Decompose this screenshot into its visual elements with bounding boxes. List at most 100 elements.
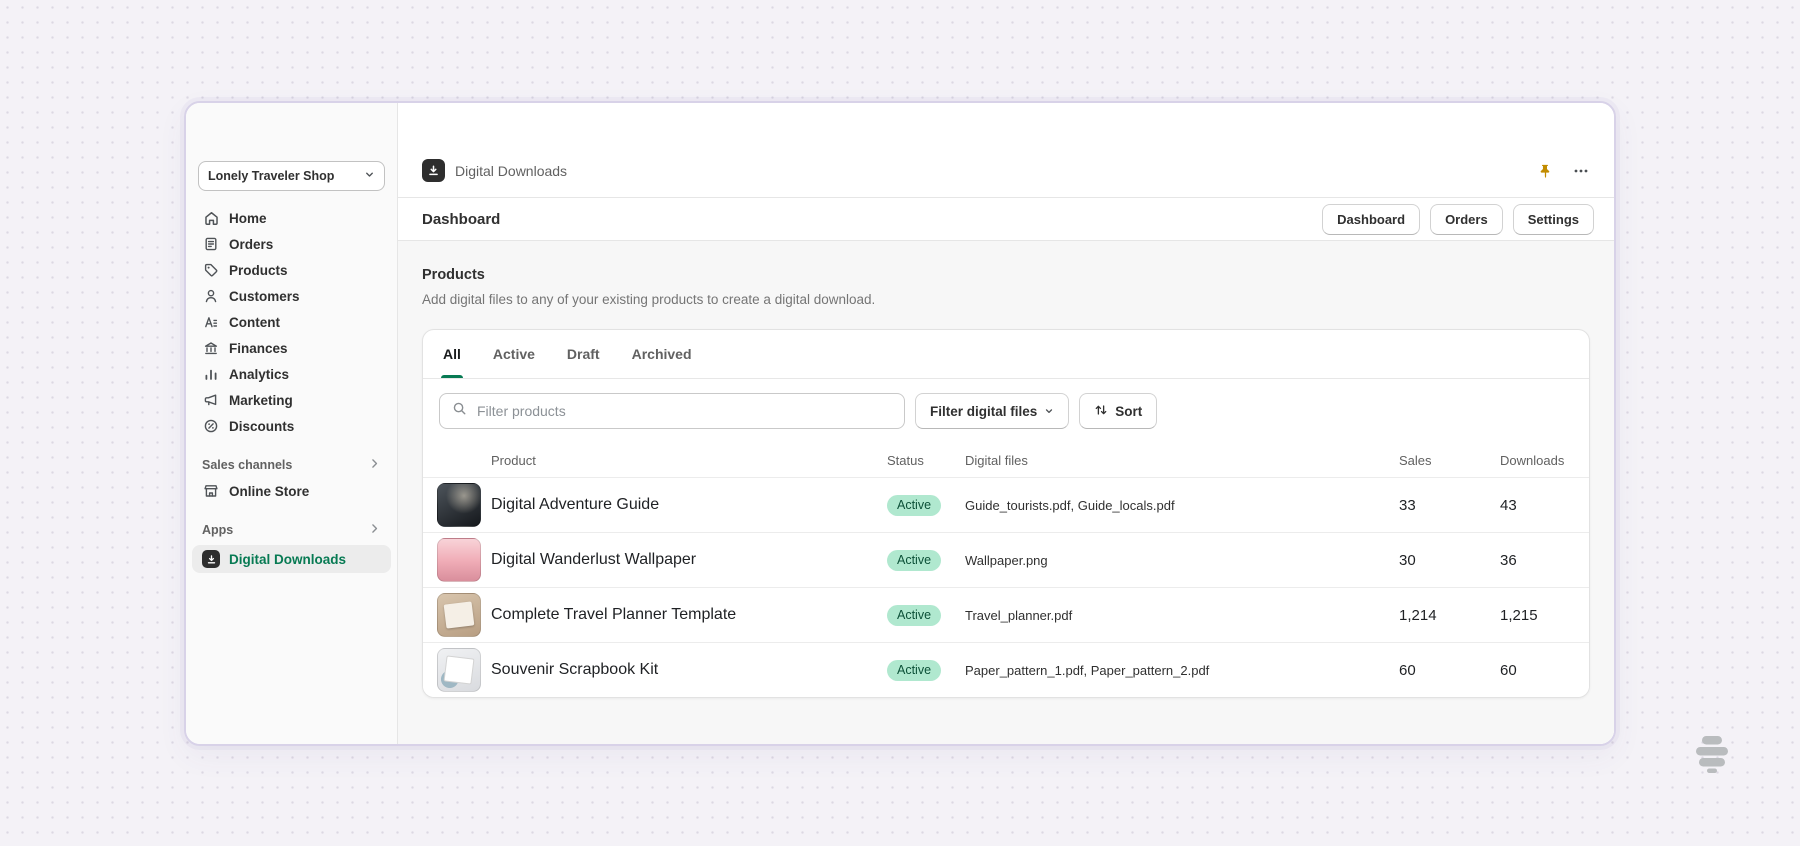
product-thumbnail — [437, 648, 481, 692]
app-window: Lonely Traveler Shop Home Orders Product… — [184, 101, 1616, 746]
nav-label: Home — [229, 210, 267, 226]
table-row[interactable]: Complete Travel Planner Template Active … — [423, 587, 1589, 642]
tab-draft[interactable]: Draft — [565, 330, 602, 378]
app-nav-buttons: Dashboard Orders Settings — [1322, 203, 1594, 235]
nav-label: Marketing — [229, 392, 293, 408]
table-header: Product Status Digital files Sales Downl… — [423, 443, 1589, 477]
orders-icon — [202, 236, 220, 252]
status-badge: Active — [887, 549, 942, 571]
product-tabs: All Active Draft Archived — [423, 330, 1589, 379]
table-row[interactable]: Digital Wanderlust Wallpaper Active Wall… — [423, 532, 1589, 587]
finances-icon — [202, 340, 220, 356]
customers-icon — [202, 288, 220, 304]
sort-button[interactable]: Sort — [1079, 393, 1158, 429]
analytics-icon — [202, 366, 220, 382]
filter-bar: Filter digital files Sort — [423, 379, 1589, 443]
product-thumbnail — [437, 593, 481, 637]
sales-cell: 33 — [1399, 496, 1416, 514]
digital-downloads-app-icon — [422, 159, 445, 182]
product-thumbnail — [437, 538, 481, 582]
tab-active[interactable]: Active — [491, 330, 537, 378]
filter-digital-files-button[interactable]: Filter digital files — [915, 393, 1070, 429]
nav-label: Online Store — [229, 483, 310, 499]
status-cell: Active — [887, 604, 965, 626]
settings-button[interactable]: Settings — [1512, 203, 1594, 235]
content-icon — [202, 314, 220, 330]
marketing-icon — [202, 392, 220, 408]
product-name: Souvenir Scrapbook Kit — [491, 661, 659, 678]
page-title: Dashboard — [422, 210, 501, 228]
pin-icon[interactable] — [1535, 161, 1556, 182]
nav-item-content[interactable]: Content — [192, 309, 391, 335]
table-row[interactable]: Digital Adventure Guide Active Guide_tou… — [423, 477, 1589, 532]
files-cell: Wallpaper.png — [965, 552, 1048, 568]
sort-label: Sort — [1115, 403, 1143, 419]
files-cell: Guide_tourists.pdf, Guide_locals.pdf — [965, 497, 1175, 513]
nav-label: Products — [229, 262, 288, 278]
product-name: Digital Wanderlust Wallpaper — [491, 551, 697, 568]
app-title: Digital Downloads — [455, 162, 568, 179]
apps-header[interactable]: Apps — [192, 517, 391, 543]
app-toolbar: Dashboard Dashboard Orders Settings — [398, 198, 1614, 241]
products-icon — [202, 262, 220, 278]
section-label: Sales channels — [202, 458, 293, 472]
product-cell: Digital Wanderlust Wallpaper — [423, 538, 887, 582]
column-digital-files: Digital files — [965, 452, 1028, 468]
nav-item-home[interactable]: Home — [192, 205, 391, 231]
status-badge: Active — [887, 494, 942, 516]
sales-cell: 1,214 — [1399, 606, 1437, 624]
table-row[interactable]: Souvenir Scrapbook Kit Active Paper_patt… — [423, 642, 1589, 697]
column-downloads: Downloads — [1500, 452, 1565, 468]
sort-icon — [1094, 403, 1108, 420]
chevron-down-icon — [364, 167, 375, 185]
downloads-cell: 43 — [1500, 496, 1517, 514]
status-cell: Active — [887, 494, 965, 516]
product-cell: Digital Adventure Guide — [423, 483, 887, 527]
nav-item-analytics[interactable]: Analytics — [192, 361, 391, 387]
nav-label: Digital Downloads — [229, 551, 347, 567]
discounts-icon — [202, 418, 220, 434]
nav-label: Customers — [229, 288, 300, 304]
status-badge: Active — [887, 604, 942, 626]
app-header: Digital Downloads — [398, 103, 1614, 198]
products-section-description: Add digital files to any of your existin… — [422, 292, 876, 307]
nav-label: Discounts — [229, 418, 295, 434]
filter-products-input[interactable] — [475, 402, 892, 420]
chevron-down-icon — [1044, 404, 1054, 419]
nav-item-online-store[interactable]: Online Store — [192, 478, 391, 504]
column-product: Product — [491, 452, 536, 468]
files-cell: Paper_pattern_1.pdf, Paper_pattern_2.pdf — [965, 662, 1210, 678]
search-products-field — [439, 393, 905, 429]
nav-item-digital-downloads[interactable]: Digital Downloads — [192, 545, 391, 573]
primary-nav: Home Orders Products Customers Content F… — [186, 205, 397, 439]
products-table: Product Status Digital files Sales Downl… — [423, 443, 1589, 697]
header-actions — [1535, 160, 1592, 182]
sales-channels-header[interactable]: Sales channels — [192, 452, 391, 478]
home-icon — [202, 210, 220, 227]
nav-item-marketing[interactable]: Marketing — [192, 387, 391, 413]
more-options-icon[interactable] — [1570, 160, 1592, 182]
status-cell: Active — [887, 549, 965, 571]
nav-label: Analytics — [229, 366, 290, 382]
digital-downloads-app-icon — [202, 550, 220, 568]
products-section-title: Products — [422, 267, 485, 283]
store-selector[interactable]: Lonely Traveler Shop — [198, 161, 385, 191]
product-name: Digital Adventure Guide — [491, 496, 660, 513]
search-icon — [452, 401, 467, 421]
nav-label: Content — [229, 314, 280, 330]
breadcrumb: Digital Downloads — [422, 159, 567, 182]
dashboard-button[interactable]: Dashboard — [1322, 203, 1421, 235]
tab-all[interactable]: All — [441, 330, 463, 378]
content-area: Products Add digital files to any of you… — [398, 241, 1614, 744]
nav-item-products[interactable]: Products — [192, 257, 391, 283]
nav-item-discounts[interactable]: Discounts — [192, 413, 391, 439]
online-store-icon — [202, 483, 220, 499]
tab-archived[interactable]: Archived — [630, 330, 694, 378]
nav-item-orders[interactable]: Orders — [192, 231, 391, 257]
downloads-cell: 1,215 — [1500, 606, 1538, 624]
nav-item-finances[interactable]: Finances — [192, 335, 391, 361]
sales-cell: 60 — [1399, 661, 1416, 679]
orders-button[interactable]: Orders — [1430, 203, 1503, 235]
column-status: Status — [887, 452, 924, 468]
nav-item-customers[interactable]: Customers — [192, 283, 391, 309]
